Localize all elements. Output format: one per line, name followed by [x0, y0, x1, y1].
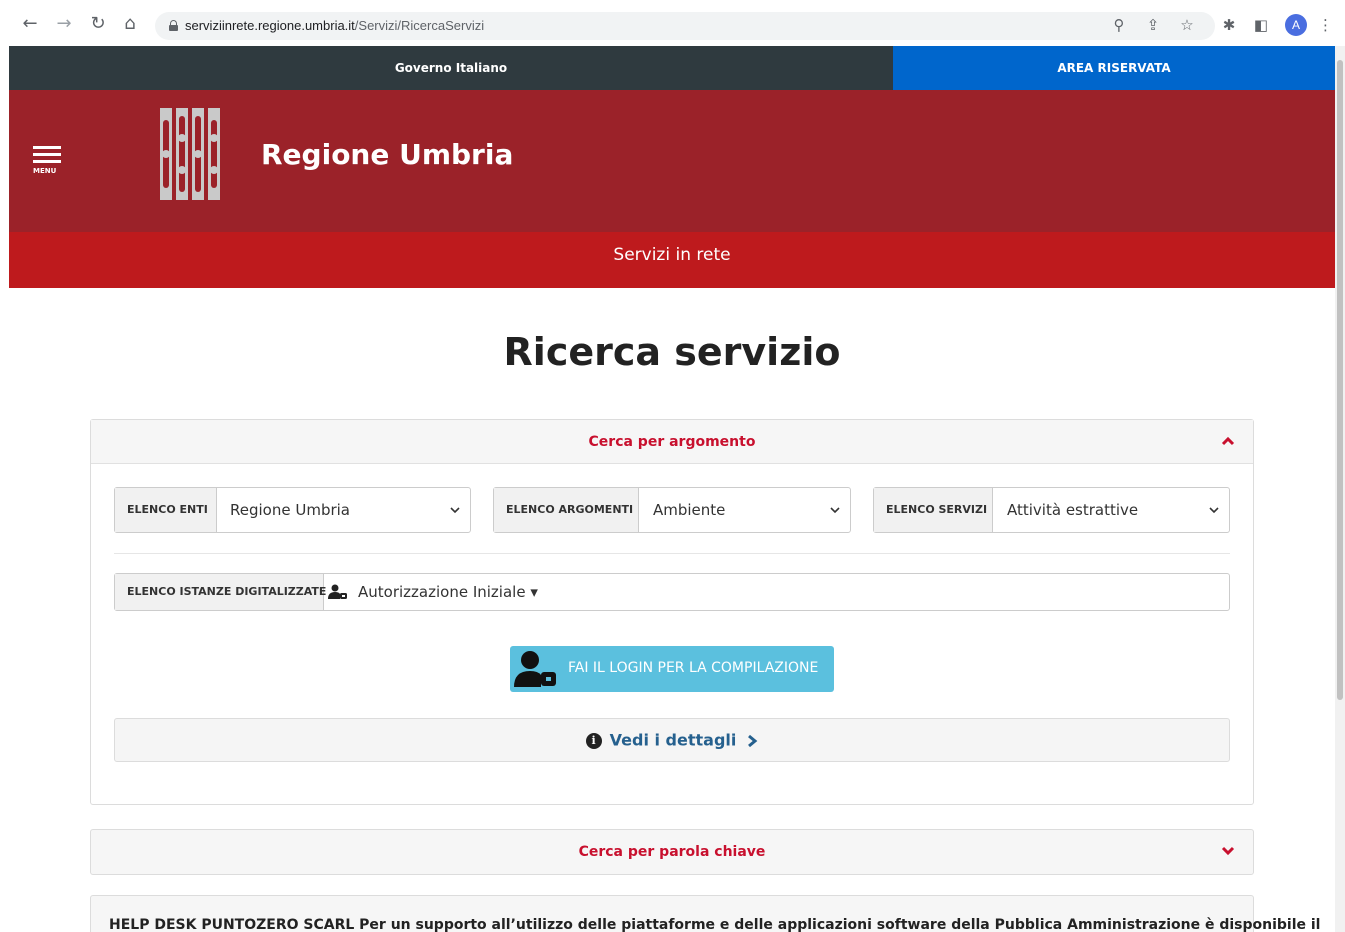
helpdesk-text: HELP DESK PUNTOZERO SCARL Per un support…	[109, 917, 1321, 932]
elenco-enti-select[interactable]: ELENCO ENTI Regione Umbria	[114, 487, 471, 533]
elenco-argomenti-select[interactable]: ELENCO ARGOMENTI Ambiente	[493, 487, 851, 533]
elenco-servizi-select[interactable]: ELENCO SERVIZI Attività estrattive	[873, 487, 1230, 533]
panel-title-parola-chiave: Cerca per parola chiave	[578, 844, 766, 860]
page-scrollbar[interactable]	[1335, 46, 1345, 932]
reload-icon[interactable]: ↻	[86, 12, 110, 36]
governo-italiano-link[interactable]: Governo Italiano	[9, 46, 893, 90]
panel-cerca-parola-chiave[interactable]: Cerca per parola chiave	[90, 829, 1254, 875]
chevron-down-icon	[1209, 507, 1219, 514]
chevron-down-icon	[830, 507, 840, 514]
vedi-dettagli-toggle[interactable]: i Vedi i dettagli	[114, 718, 1230, 762]
elenco-enti-label: ELENCO ENTI	[115, 488, 217, 532]
elenco-servizi-value: Attività estrattive	[1007, 501, 1139, 519]
zoom-icon[interactable]: ⚲	[1108, 14, 1130, 36]
istanze-value: Autorizzazione Iniziale ▾	[358, 583, 538, 601]
extensions-icon[interactable]: ✱	[1218, 14, 1240, 36]
browser-toolbar: ← → ↻ ⌂ serviziinrete.regione.umbria.it/…	[0, 0, 1345, 46]
forward-arrow-icon[interactable]: →	[52, 12, 76, 36]
elenco-istanze-label: ELENCO ISTANZE DIGITALIZZATE	[115, 574, 326, 610]
info-icon: i	[585, 732, 602, 749]
helpdesk-box: HELP DESK PUNTOZERO SCARL Per un support…	[90, 895, 1321, 932]
region-logo[interactable]	[160, 108, 222, 200]
site-header: MENU Regione Umbria	[9, 90, 1335, 232]
chevron-down-icon	[1221, 846, 1235, 856]
user-shield-icon	[328, 584, 347, 599]
kebab-menu-icon[interactable]: ⋮	[1318, 14, 1333, 36]
chevron-up-icon	[1221, 436, 1235, 446]
panel-title-argomento: Cerca per argomento	[588, 434, 756, 450]
profile-avatar[interactable]: A	[1285, 14, 1307, 36]
details-inner: i Vedi i dettagli	[115, 719, 1229, 761]
share-icon[interactable]: ⇪	[1142, 14, 1164, 36]
hamburger-icon	[33, 146, 61, 149]
services-subtitle-bar: Servizi in rete	[9, 232, 1335, 288]
login-button-label: FAI IL LOGIN PER LA COMPILAZIONE	[568, 660, 819, 676]
lock-icon[interactable]	[169, 20, 178, 31]
chevron-right-icon	[748, 734, 758, 747]
divider	[114, 553, 1230, 554]
hamburger-menu-button[interactable]: MENU	[33, 146, 61, 175]
area-riservata-button[interactable]: AREA RISERVATA	[893, 46, 1335, 90]
elenco-argomenti-label: ELENCO ARGOMENTI	[494, 488, 639, 532]
top-bar: Governo Italiano AREA RISERVATA	[9, 46, 1335, 90]
elenco-servizi-label: ELENCO SERVIZI	[874, 488, 993, 532]
page-title: Ricerca servizio	[503, 330, 841, 374]
address-bar[interactable]: serviziinrete.regione.umbria.it/Servizi/…	[155, 12, 1215, 40]
brand-title[interactable]: Regione Umbria	[261, 138, 513, 171]
scrollbar-thumb[interactable]	[1337, 60, 1343, 700]
user-shield-icon	[514, 651, 556, 687]
login-compilazione-button[interactable]: FAI IL LOGIN PER LA COMPILAZIONE	[510, 646, 834, 692]
url-text: serviziinrete.regione.umbria.it/Servizi/…	[185, 18, 485, 33]
details-label: Vedi i dettagli	[609, 730, 737, 750]
menu-label: MENU	[33, 167, 57, 175]
home-icon[interactable]: ⌂	[118, 12, 142, 36]
star-icon[interactable]: ☆	[1176, 14, 1198, 36]
elenco-enti-value: Regione Umbria	[230, 501, 350, 519]
chevron-down-icon	[450, 507, 460, 514]
sidepanel-icon[interactable]: ◧	[1250, 14, 1272, 36]
elenco-argomenti-value: Ambiente	[653, 501, 726, 519]
back-arrow-icon[interactable]: ←	[18, 12, 42, 36]
panel-header-argomento[interactable]: Cerca per argomento	[91, 420, 1253, 464]
elenco-istanze-dropdown[interactable]: ELENCO ISTANZE DIGITALIZZATE Autorizzazi…	[114, 573, 1230, 611]
